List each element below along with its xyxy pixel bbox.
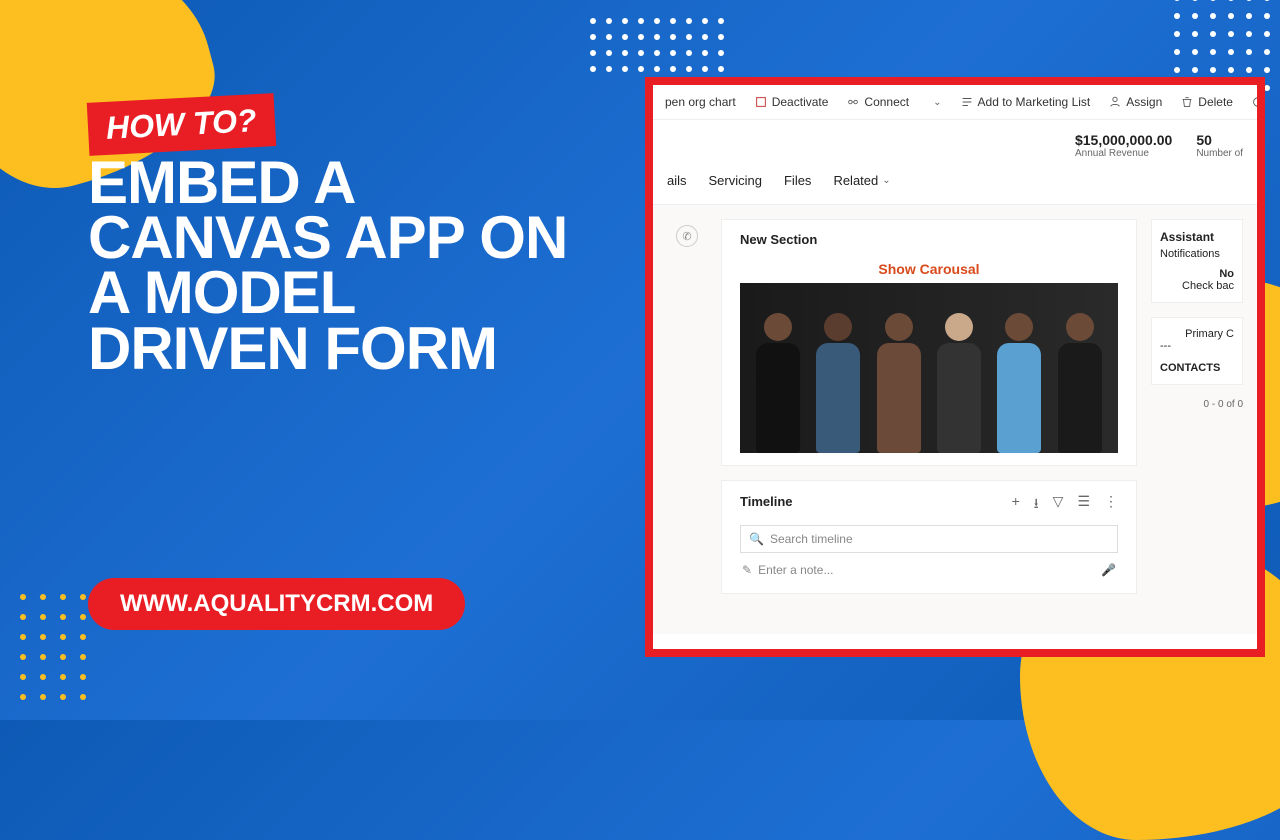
new-section-card: New Section Show Carousal (721, 219, 1137, 466)
search-icon: 🔍 (749, 532, 764, 546)
phone-icon[interactable]: ✆ (676, 225, 698, 247)
timeline-title: Timeline (740, 494, 793, 509)
tab-details[interactable]: ails (667, 167, 687, 194)
main-column: New Section Show Carousal Timeline + ⭳ (721, 219, 1137, 620)
tab-servicing[interactable]: Servicing (709, 167, 762, 194)
delete-icon (1180, 95, 1194, 109)
crm-screenshot: pen org chart Deactivate Connect ⌄ Add t… (645, 77, 1265, 657)
how-to-tag: HOW TO? (87, 93, 276, 156)
chevron-down-icon: ⌄ (882, 175, 890, 186)
headline: EMBED A CANVAS APP ON A MODEL DRIVEN FOR… (88, 155, 588, 376)
tab-bar: ails Servicing Files Related⌄ (653, 167, 1257, 205)
refresh-icon (1251, 95, 1265, 109)
carousel-image (740, 283, 1118, 453)
timeline-tools: + ⭳ ▽ ☰ ⋮ (1012, 493, 1118, 517)
deactivate-button[interactable]: Deactivate (746, 91, 837, 113)
kpi-revenue: $15,000,000.00 Annual Revenue (1075, 132, 1172, 159)
decor-dots (590, 18, 724, 72)
section-title: New Section (740, 232, 1118, 247)
assign-icon (1108, 95, 1122, 109)
attach-icon[interactable]: 🎤 (1101, 563, 1116, 577)
url-pill: WWW.AQUALITYCRM.COM (88, 578, 465, 630)
more-icon[interactable]: ⋮ (1104, 493, 1118, 517)
assistant-card: Assistant Notifications No Check bac (1151, 219, 1243, 303)
bookmark-icon[interactable]: ⭳ (1034, 493, 1039, 517)
timeline-card: Timeline + ⭳ ▽ ☰ ⋮ 🔍 Search timeline ✎ E… (721, 480, 1137, 594)
tab-files[interactable]: Files (784, 167, 811, 194)
add-list-icon (960, 95, 974, 109)
add-marketing-list-button[interactable]: Add to Marketing List (952, 91, 1099, 113)
timeline-note-input[interactable]: ✎ Enter a note... 🎤 (740, 559, 1118, 581)
pencil-icon: ✎ (742, 563, 752, 577)
connect-icon (846, 95, 860, 109)
primary-contact-card: Primary C --- CONTACTS (1151, 317, 1243, 385)
refresh-button[interactable]: Refresh (1243, 91, 1265, 113)
assign-button[interactable]: Assign (1100, 91, 1170, 113)
command-bar: pen org chart Deactivate Connect ⌄ Add t… (653, 85, 1257, 120)
right-pane: Assistant Notifications No Check bac Pri… (1151, 219, 1243, 620)
decor-dots (20, 594, 86, 700)
kpi-employees: 50 Number of (1196, 132, 1243, 159)
tab-related[interactable]: Related⌄ (833, 167, 890, 194)
show-carousal-link[interactable]: Show Carousal (740, 255, 1118, 283)
connect-button[interactable]: Connect (838, 91, 917, 113)
delete-button[interactable]: Delete (1172, 91, 1241, 113)
open-org-chart-button[interactable]: pen org chart (657, 91, 744, 113)
sort-icon[interactable]: ☰ (1077, 493, 1090, 517)
deactivate-icon (754, 95, 768, 109)
filter-icon[interactable]: ▽ (1053, 493, 1064, 517)
kpi-row: $15,000,000.00 Annual Revenue 50 Number … (653, 120, 1257, 167)
timeline-search[interactable]: 🔍 Search timeline (740, 525, 1118, 553)
add-icon[interactable]: + (1012, 493, 1020, 517)
activity-rail: ✆ (667, 219, 707, 620)
form-body: ✆ New Section Show Carousal Timeline (653, 205, 1257, 634)
connect-dropdown[interactable]: ⌄ (925, 93, 949, 112)
chevron-down-icon: ⌄ (933, 97, 941, 108)
contacts-pager: 0 - 0 of 0 (1151, 399, 1243, 410)
